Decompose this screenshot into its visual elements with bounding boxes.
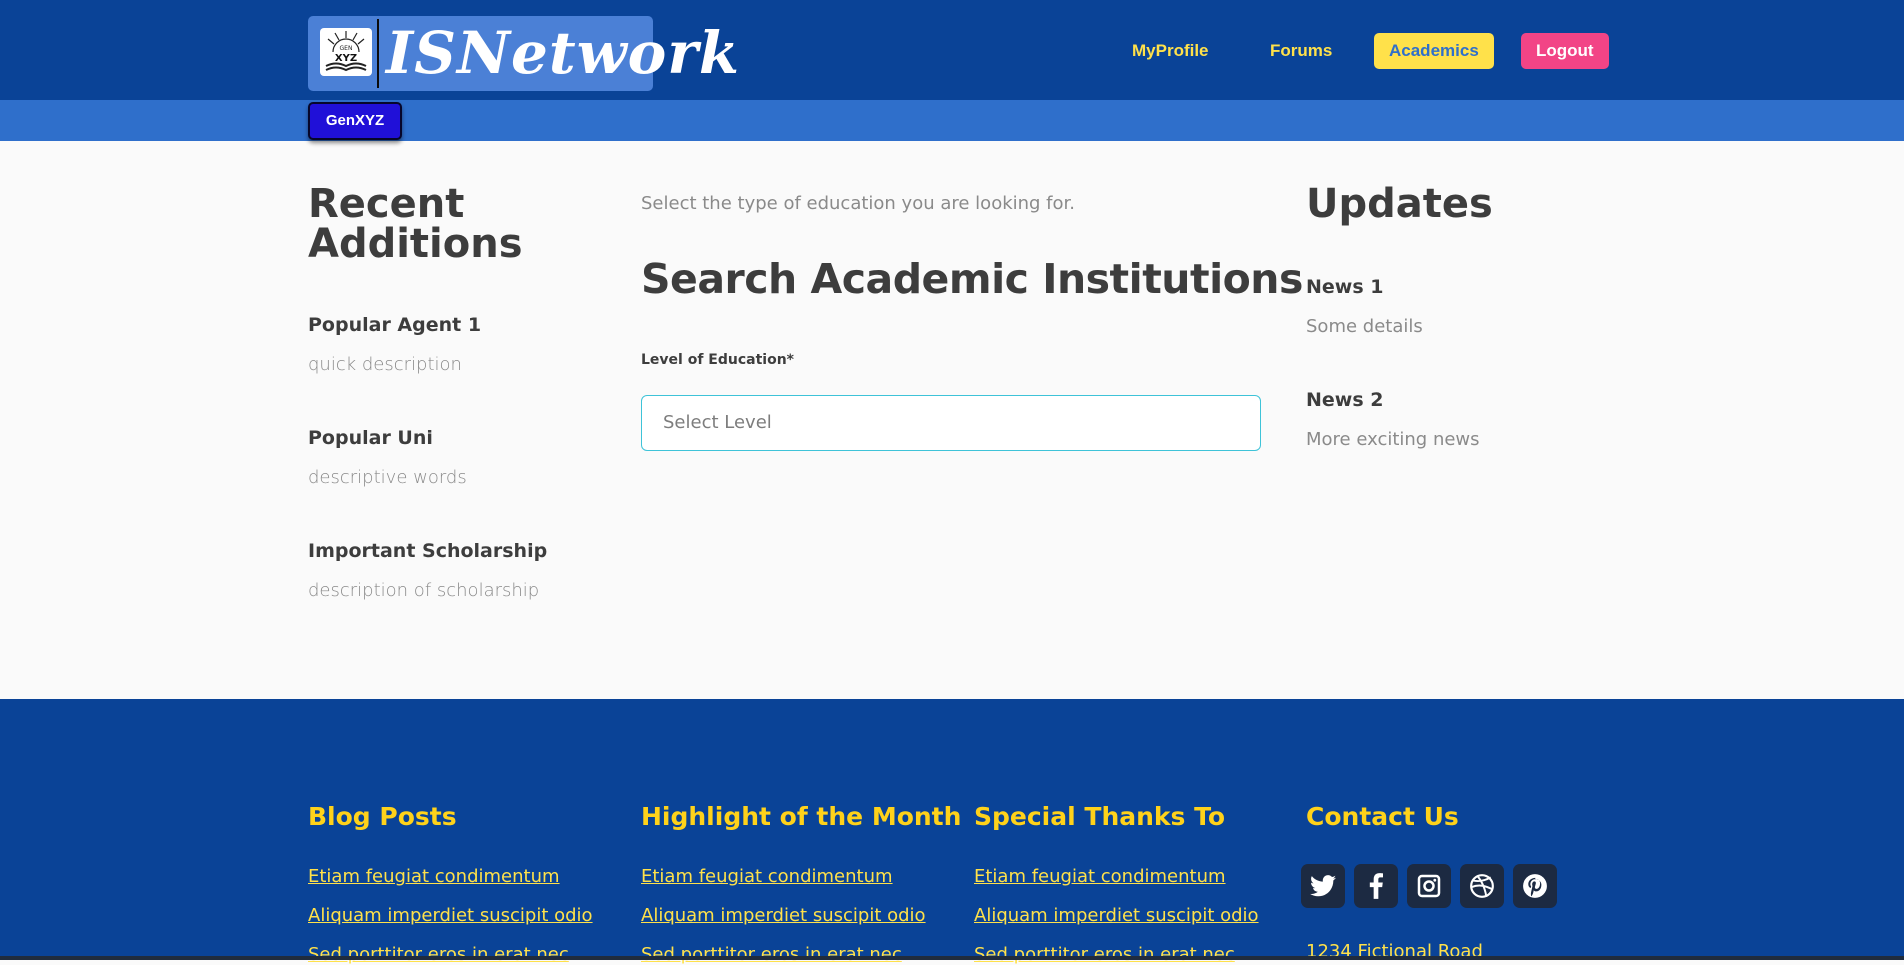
brand-name: ISNetwork — [386, 19, 741, 87]
pinterest-icon[interactable] — [1513, 864, 1557, 908]
site-header — [0, 0, 1904, 100]
twitter-icon[interactable] — [1301, 864, 1345, 908]
education-level-select[interactable]: Select Level — [641, 395, 1261, 451]
nav-forums[interactable]: Forums — [1255, 33, 1347, 69]
news-desc: More exciting news — [1306, 429, 1480, 450]
highlight-heading: Highlight of the Month — [641, 802, 962, 831]
footer-link[interactable]: Aliquam imperdiet suscipit odio — [308, 905, 593, 926]
news-title[interactable]: News 2 — [1306, 389, 1383, 411]
footer-link[interactable]: Etiam feugiat condimentum — [641, 866, 893, 887]
genxyz-emblem-icon: GEN XYZ — [320, 28, 372, 76]
svg-text:GEN: GEN — [340, 45, 353, 52]
recent-item-title[interactable]: Important Scholarship — [308, 540, 547, 562]
search-intro-text: Select the type of education you are loo… — [641, 193, 1076, 214]
footer-link[interactable]: Sed porttitor eros in erat nec — [974, 944, 1235, 965]
genxyz-button[interactable]: GenXYZ — [308, 102, 402, 140]
nav-logout[interactable]: Logout — [1521, 33, 1609, 69]
recent-item-desc: descriptive words — [308, 467, 467, 488]
logo-divider — [377, 19, 379, 88]
recent-item-desc: description of scholarship — [308, 580, 540, 601]
footer-link[interactable]: Sed porttitor eros in erat nec — [641, 944, 902, 965]
special-thanks-heading: Special Thanks To — [974, 802, 1226, 831]
recent-item-title[interactable]: Popular Uni — [308, 427, 433, 449]
updates-heading: Updates — [1306, 181, 1493, 227]
recent-additions-heading: Recent Additions — [308, 184, 523, 264]
news-desc: Some details — [1306, 316, 1423, 337]
blog-posts-heading: Blog Posts — [308, 802, 457, 831]
nav-myprofile[interactable]: MyProfile — [1117, 33, 1224, 69]
recent-item-desc: quick description — [308, 354, 462, 375]
facebook-icon[interactable] — [1354, 864, 1398, 908]
instagram-icon[interactable] — [1407, 864, 1451, 908]
svg-text:XYZ: XYZ — [335, 53, 357, 64]
dribbble-icon[interactable] — [1460, 864, 1504, 908]
footer-link[interactable]: Aliquam imperdiet suscipit odio — [641, 905, 926, 926]
recent-item-title[interactable]: Popular Agent 1 — [308, 314, 481, 336]
contact-us-heading: Contact Us — [1306, 802, 1459, 831]
recent-additions-heading-line2: Additions — [308, 221, 523, 267]
search-heading: Search Academic Institutions — [641, 255, 1303, 303]
os-taskbar — [0, 956, 1904, 960]
news-title[interactable]: News 1 — [1306, 276, 1383, 298]
nav-academics[interactable]: Academics — [1374, 33, 1494, 69]
level-of-education-label: Level of Education* — [641, 352, 794, 368]
sub-navbar — [0, 100, 1904, 141]
footer-link[interactable]: Aliquam imperdiet suscipit odio — [974, 905, 1259, 926]
footer-link[interactable]: Etiam feugiat condimentum — [308, 866, 560, 887]
footer-link[interactable]: Etiam feugiat condimentum — [974, 866, 1226, 887]
footer-link[interactable]: Sed porttitor eros in erat nec — [308, 944, 569, 965]
site-logo[interactable]: GEN XYZ ISNetwork — [308, 16, 739, 91]
